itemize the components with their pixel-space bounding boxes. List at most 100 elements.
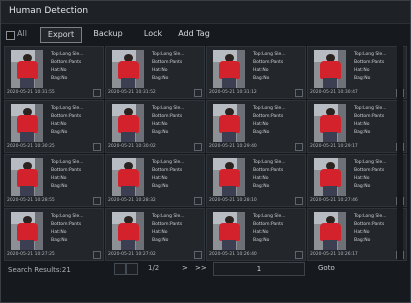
card-select-checkbox[interactable] [93,143,101,151]
result-card[interactable]: Top:Long Sle... Bottom:Pants Hat:No Bag:No 2… [105,208,205,261]
person-thumbnail[interactable] [213,212,245,250]
attribute-line: Bag:No [152,76,169,81]
person-thumbnail[interactable] [314,50,346,88]
card-select-checkbox[interactable] [194,251,202,259]
attribute-line: Bag:No [51,238,68,243]
attribute-line: Bottom:Pants [51,60,82,65]
result-card[interactable]: Top:Long Sle... Bottom:Pants Hat:No Bag:No 2… [307,208,407,261]
attribute-list: Top:Long Sle... Bottom:Pants Hat:No Bag:No [152,213,202,245]
window-title: Human Detection [9,6,89,16]
card-select-checkbox[interactable] [93,197,101,205]
search-results-count: Search Results:21 [8,266,71,274]
attribute-line: Top:Long Sle... [152,214,185,219]
person-thumbnail[interactable] [11,212,43,250]
result-card[interactable]: Top:Long Sle... Bottom:Pants Hat:No Bag:No 2… [4,100,104,153]
attribute-line: Bag:No [51,184,68,189]
attribute-list: Top:Long Sle... Bottom:Pants Hat:No Bag:No [152,105,202,137]
select-all-checkbox[interactable] [6,31,15,40]
attribute-list: Top:Long Sle... Bottom:Pants Hat:No Bag:No [51,51,101,83]
card-select-checkbox[interactable] [295,143,303,151]
grid-scrollbar[interactable] [397,46,403,260]
attribute-line: Top:Long Sle... [51,214,84,219]
result-card[interactable]: Top:Long Sle... Bottom:Pants Hat:No Bag:No 2… [206,100,306,153]
page-count: 1/2 [148,264,160,272]
attribute-list: Top:Long Sle... Bottom:Pants Hat:No Bag:No [253,159,303,191]
result-card[interactable]: Top:Long Sle... Bottom:Pants Hat:No Bag:No 2… [307,154,407,207]
attribute-line: Hat:No [152,122,168,127]
goto-button[interactable]: Goto [318,264,335,272]
attribute-line: Bottom:Pants [253,60,284,65]
result-card[interactable]: Top:Long Sle... Bottom:Pants Hat:No Bag:No 2… [4,46,104,99]
card-select-checkbox[interactable] [194,89,202,97]
card-select-checkbox[interactable] [295,251,303,259]
add-tag-button[interactable]: Add Tag [173,27,215,41]
card-select-checkbox[interactable] [194,197,202,205]
attribute-line: Bag:No [253,130,270,135]
card-timestamp: 2020-05-21 10:28:32 [108,198,156,203]
person-thumbnail[interactable] [11,50,43,88]
result-card[interactable]: Top:Long Sle... Bottom:Pants Hat:No Bag:No 2… [307,100,407,153]
result-card[interactable]: Top:Long Sle... Bottom:Pants Hat:No Bag:No 2… [105,100,205,153]
last-page-button[interactable]: >> [195,264,207,272]
attribute-line: Bag:No [51,76,68,81]
person-thumbnail[interactable] [213,104,245,142]
card-timestamp: 2020-05-21 10:27:02 [108,252,156,257]
attribute-line: Top:Long Sle... [152,160,185,165]
lock-button[interactable]: Lock [138,27,168,41]
person-thumbnail[interactable] [112,50,144,88]
attribute-line: Bottom:Pants [253,114,284,119]
card-select-checkbox[interactable] [295,197,303,205]
card-timestamp: 2020-05-21 10:26:17 [310,252,358,257]
card-select-checkbox[interactable] [93,251,101,259]
attribute-line: Top:Long Sle... [253,160,286,165]
person-thumbnail[interactable] [112,104,144,142]
result-card[interactable]: Top:Long Sle... Bottom:Pants Hat:No Bag:No 2… [206,46,306,99]
attribute-line: Hat:No [152,68,168,73]
first-page-button[interactable] [114,263,126,275]
attribute-list: Top:Long Sle... Bottom:Pants Hat:No Bag:No [253,105,303,137]
person-thumbnail[interactable] [112,158,144,196]
card-timestamp: 2020-05-21 10:27:46 [310,198,358,203]
attribute-line: Bottom:Pants [152,114,183,119]
attribute-line: Top:Long Sle... [152,52,185,57]
attribute-line: Hat:No [253,122,269,127]
card-select-checkbox[interactable] [93,89,101,97]
backup-button[interactable]: Backup [88,27,128,41]
attribute-line: Bottom:Pants [51,114,82,119]
card-timestamp: 2020-05-21 10:29:17 [310,144,358,149]
card-timestamp: 2020-05-21 10:26:40 [209,252,257,257]
person-thumbnail[interactable] [112,212,144,250]
next-page-button[interactable]: > [182,264,188,272]
card-timestamp: 2020-05-21 10:30:02 [108,144,156,149]
result-card[interactable]: Top:Long Sle... Bottom:Pants Hat:No Bag:No 2… [4,208,104,261]
attribute-line: Hat:No [152,230,168,235]
person-thumbnail[interactable] [11,158,43,196]
result-card[interactable]: Top:Long Sle... Bottom:Pants Hat:No Bag:No 2… [206,208,306,261]
attribute-list: Top:Long Sle... Bottom:Pants Hat:No Bag:No [51,159,101,191]
card-select-checkbox[interactable] [194,143,202,151]
person-thumbnail[interactable] [314,212,346,250]
attribute-line: Hat:No [51,176,67,181]
person-thumbnail[interactable] [11,104,43,142]
attribute-line: Top:Long Sle... [152,106,185,111]
select-all-label: All [17,29,27,38]
result-card[interactable]: Top:Long Sle... Bottom:Pants Hat:No Bag:No 2… [4,154,104,207]
result-card[interactable]: Top:Long Sle... Bottom:Pants Hat:No Bag:No 2… [307,46,407,99]
attribute-line: Bag:No [253,76,270,81]
card-select-checkbox[interactable] [295,89,303,97]
result-card[interactable]: Top:Long Sle... Bottom:Pants Hat:No Bag:No 2… [206,154,306,207]
person-thumbnail[interactable] [314,104,346,142]
prev-page-button[interactable] [126,263,138,275]
export-button[interactable]: Export [40,27,82,43]
page-number-input[interactable]: 1 [213,262,305,276]
result-card[interactable]: Top:Long Sle... Bottom:Pants Hat:No Bag:No 2… [105,46,205,99]
attribute-line: Hat:No [152,176,168,181]
attribute-line: Bottom:Pants [51,222,82,227]
attribute-list: Top:Long Sle... Bottom:Pants Hat:No Bag:No [51,105,101,137]
attribute-line: Bag:No [51,130,68,135]
person-thumbnail[interactable] [213,50,245,88]
person-thumbnail[interactable] [314,158,346,196]
result-card[interactable]: Top:Long Sle... Bottom:Pants Hat:No Bag:No 2… [105,154,205,207]
person-thumbnail[interactable] [213,158,245,196]
attribute-line: Top:Long Sle... [51,106,84,111]
